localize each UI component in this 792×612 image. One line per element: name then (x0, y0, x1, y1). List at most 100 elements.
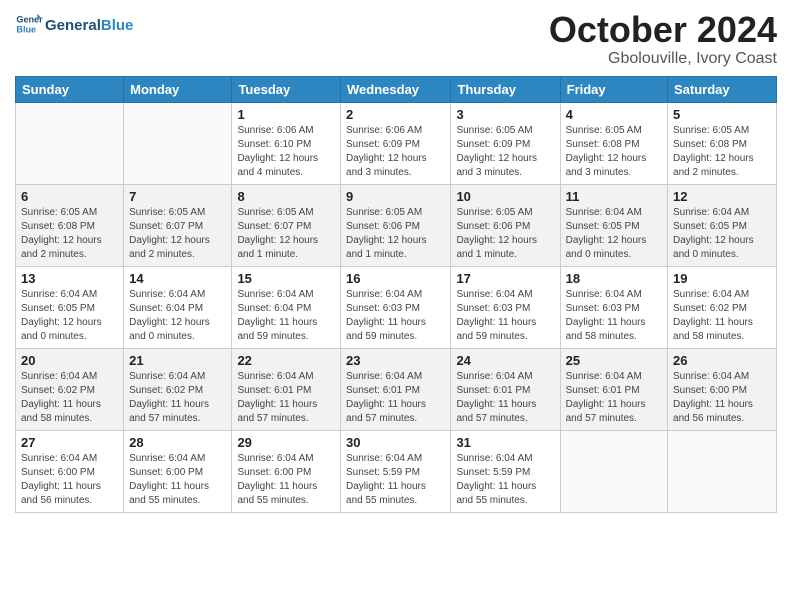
day-info: Sunrise: 6:04 AMSunset: 5:59 PMDaylight:… (456, 452, 554, 508)
table-row: 16 Sunrise: 6:04 AMSunset: 6:03 PMDayligh… (341, 266, 451, 348)
day-number: 15 (237, 271, 335, 286)
table-row: 2 Sunrise: 6:06 AMSunset: 6:09 PMDaylight… (341, 102, 451, 184)
col-wednesday: Wednesday (341, 76, 451, 102)
day-info: Sunrise: 6:04 AMSunset: 6:04 PMDaylight:… (237, 288, 335, 344)
day-info: Sunrise: 6:05 AMSunset: 6:07 PMDaylight:… (129, 206, 226, 262)
table-row: 8Sunrise: 6:05 AMSunset: 6:07 PMDaylight… (232, 184, 341, 266)
day-info: Sunrise: 6:04 AMSunset: 6:00 PMDaylight:… (21, 452, 118, 508)
table-row: 7 Sunrise: 6:05 AMSunset: 6:07 PMDaylight… (124, 184, 232, 266)
day-number: 9 (346, 189, 445, 204)
calendar-week-row: 1 Sunrise: 6:06 AMSunset: 6:10 PMDaylight… (16, 102, 777, 184)
day-info: Sunrise: 6:04 AMSunset: 6:05 PMDaylight:… (21, 288, 118, 344)
day-number: 25 (566, 353, 662, 368)
calendar-week-row: 6 Sunrise: 6:05 AMSunset: 6:08 PMDaylight… (16, 184, 777, 266)
day-info: Sunrise: 6:05 AMSunset: 6:07 PMDaylight:… (237, 206, 335, 262)
table-row: 22 Sunrise: 6:04 AMSunset: 6:01 PMDayligh… (232, 348, 341, 430)
day-number: 14 (129, 271, 226, 286)
page-container: General Blue GeneralBlue October 2024 Gb… (0, 0, 792, 523)
table-row: 15 Sunrise: 6:04 AMSunset: 6:04 PMDayligh… (232, 266, 341, 348)
day-info: Sunrise: 6:04 AMSunset: 6:00 PMDaylight:… (673, 370, 771, 426)
table-row: 26 Sunrise: 6:04 AMSunset: 6:00 PMDayligh… (668, 348, 777, 430)
table-row: 19Sunrise: 6:04 AMSunset: 6:02 PMDayligh… (668, 266, 777, 348)
table-row (668, 430, 777, 512)
day-info: Sunrise: 6:04 AMSunset: 6:02 PMDaylight:… (21, 370, 118, 426)
col-sunday: Sunday (16, 76, 124, 102)
day-info: Sunrise: 6:04 AMSunset: 5:59 PMDaylight:… (346, 452, 445, 508)
table-row (124, 102, 232, 184)
table-row: 31Sunrise: 6:04 AMSunset: 5:59 PMDayligh… (451, 430, 560, 512)
table-row: 14 Sunrise: 6:04 AMSunset: 6:04 PMDayligh… (124, 266, 232, 348)
day-info: Sunrise: 6:05 AMSunset: 6:09 PMDaylight:… (456, 124, 554, 180)
day-number: 1 (237, 107, 335, 122)
day-info: Sunrise: 6:06 AMSunset: 6:09 PMDaylight:… (346, 124, 445, 180)
day-info: Sunrise: 6:04 AMSunset: 6:03 PMDaylight:… (456, 288, 554, 344)
table-row: 28 Sunrise: 6:04 AMSunset: 6:00 PMDayligh… (124, 430, 232, 512)
day-number: 11 (566, 189, 662, 204)
day-number: 22 (237, 353, 335, 368)
col-friday: Friday (560, 76, 667, 102)
day-number: 29 (237, 435, 335, 450)
table-row: 25 Sunrise: 6:04 AMSunset: 6:01 PMDayligh… (560, 348, 667, 430)
day-info: Sunrise: 6:04 AMSunset: 6:01 PMDaylight:… (346, 370, 445, 426)
day-number: 13 (21, 271, 118, 286)
table-row (16, 102, 124, 184)
month-title: October 2024 (549, 10, 777, 50)
day-number: 4 (566, 107, 662, 122)
table-row: 1 Sunrise: 6:06 AMSunset: 6:10 PMDaylight… (232, 102, 341, 184)
day-info: Sunrise: 6:05 AMSunset: 6:06 PMDaylight:… (456, 206, 554, 262)
day-info: Sunrise: 6:04 AMSunset: 6:03 PMDaylight:… (346, 288, 445, 344)
day-number: 19 (673, 271, 771, 286)
logo-general-text: General (45, 17, 101, 34)
day-info: Sunrise: 6:05 AMSunset: 6:08 PMDaylight:… (21, 206, 118, 262)
table-row: 9 Sunrise: 6:05 AMSunset: 6:06 PMDaylight… (341, 184, 451, 266)
day-number: 12 (673, 189, 771, 204)
svg-text:Blue: Blue (16, 24, 36, 34)
table-row: 24Sunrise: 6:04 AMSunset: 6:01 PMDayligh… (451, 348, 560, 430)
day-info: Sunrise: 6:04 AMSunset: 6:01 PMDaylight:… (566, 370, 662, 426)
day-number: 6 (21, 189, 118, 204)
day-number: 7 (129, 189, 226, 204)
col-tuesday: Tuesday (232, 76, 341, 102)
day-number: 30 (346, 435, 445, 450)
day-info: Sunrise: 6:04 AMSunset: 6:00 PMDaylight:… (237, 452, 335, 508)
day-number: 24 (456, 353, 554, 368)
table-row: 3 Sunrise: 6:05 AMSunset: 6:09 PMDaylight… (451, 102, 560, 184)
col-monday: Monday (124, 76, 232, 102)
calendar-week-row: 27Sunrise: 6:04 AMSunset: 6:00 PMDayligh… (16, 430, 777, 512)
table-row: 17Sunrise: 6:04 AMSunset: 6:03 PMDayligh… (451, 266, 560, 348)
day-number: 20 (21, 353, 118, 368)
day-number: 2 (346, 107, 445, 122)
day-info: Sunrise: 6:04 AMSunset: 6:01 PMDaylight:… (237, 370, 335, 426)
table-row: 20 Sunrise: 6:04 AMSunset: 6:02 PMDayligh… (16, 348, 124, 430)
day-number: 21 (129, 353, 226, 368)
table-row: 4 Sunrise: 6:05 AMSunset: 6:08 PMDaylight… (560, 102, 667, 184)
day-number: 28 (129, 435, 226, 450)
day-number: 18 (566, 271, 662, 286)
calendar-table: Sunday Monday Tuesday Wednesday Thursday… (15, 76, 777, 513)
calendar-header-row: Sunday Monday Tuesday Wednesday Thursday… (16, 76, 777, 102)
day-info: Sunrise: 6:04 AMSunset: 6:00 PMDaylight:… (129, 452, 226, 508)
day-number: 3 (456, 107, 554, 122)
table-row: 12 Sunrise: 6:04 AMSunset: 6:05 PMDayligh… (668, 184, 777, 266)
table-row: 10 Sunrise: 6:05 AMSunset: 6:06 PMDayligh… (451, 184, 560, 266)
day-info: Sunrise: 6:05 AMSunset: 6:08 PMDaylight:… (566, 124, 662, 180)
day-info: Sunrise: 6:06 AMSunset: 6:10 PMDaylight:… (237, 124, 335, 180)
day-info: Sunrise: 6:05 AMSunset: 6:08 PMDaylight:… (673, 124, 771, 180)
day-number: 10 (456, 189, 554, 204)
col-thursday: Thursday (451, 76, 560, 102)
day-info: Sunrise: 6:04 AMSunset: 6:05 PMDaylight:… (673, 206, 771, 262)
logo-blue-text: Blue (101, 17, 134, 34)
table-row: 30 Sunrise: 6:04 AMSunset: 5:59 PMDayligh… (341, 430, 451, 512)
day-number: 5 (673, 107, 771, 122)
table-row: 29 Sunrise: 6:04 AMSunset: 6:00 PMDayligh… (232, 430, 341, 512)
day-number: 16 (346, 271, 445, 286)
day-info: Sunrise: 6:05 AMSunset: 6:06 PMDaylight:… (346, 206, 445, 262)
day-info: Sunrise: 6:04 AMSunset: 6:03 PMDaylight:… (566, 288, 662, 344)
col-saturday: Saturday (668, 76, 777, 102)
day-number: 26 (673, 353, 771, 368)
logo: General Blue GeneralBlue (15, 10, 133, 38)
day-info: Sunrise: 6:04 AMSunset: 6:04 PMDaylight:… (129, 288, 226, 344)
calendar-week-row: 13 Sunrise: 6:04 AMSunset: 6:05 PMDayligh… (16, 266, 777, 348)
location: Gbolouville, Ivory Coast (549, 50, 777, 68)
day-number: 23 (346, 353, 445, 368)
